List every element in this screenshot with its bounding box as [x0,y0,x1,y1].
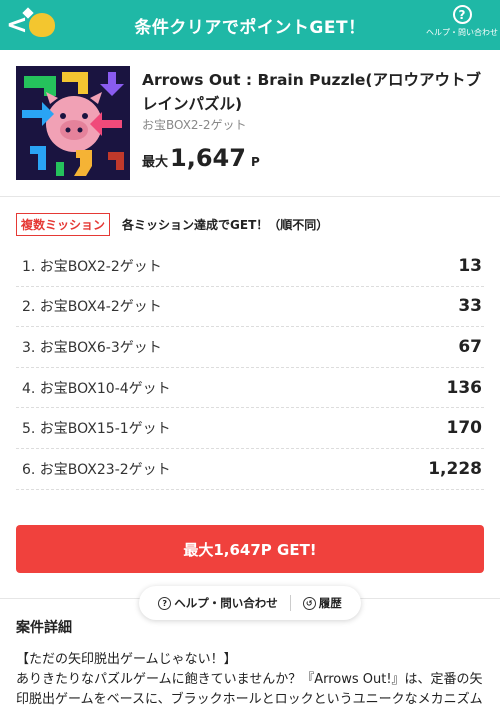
help-button[interactable]: ? ヘルプ・問い合わせ [426,5,498,38]
max-points: 最大 1,647 P [142,144,260,172]
floating-action-bar: ? ヘルプ・問い合わせ ↺ 履歴 [139,586,361,620]
product-title: Arrows Out : Brain Puzzle(アロウアウトブレインパズル) [142,71,481,113]
page-title: 条件クリアでポイントGET！ [134,17,366,38]
back-button[interactable]: < [6,8,56,42]
detail-line: ありきたりなパズルゲームに飽きていませんか？『Arrows Out!』は、定番の… [16,672,483,707]
mission-name: 6. お宝BOX23-2ゲット [22,461,171,478]
mission-header: 複数ミッション 各ミッション達成でGET！（順不同） [16,213,328,236]
mission-points: 67 [458,336,482,357]
mission-row: 2. お宝BOX4-2ゲット 33 [16,287,484,328]
history-icon: ↺ [302,596,316,610]
help-circle-icon: ? [158,596,172,610]
product-subtitle: お宝BOX2-2ゲット [142,118,247,132]
help-label: ヘルプ・問い合わせ [426,28,498,37]
detail-line: 【ただの矢印脱出ゲームじゃない！】 [16,652,237,667]
detail-body: 【ただの矢印脱出ゲームじゃない！】 ありきたりなパズルゲームに飽きていませんか？… [16,650,486,710]
mission-row: 4. お宝BOX10-4ゲット 136 [16,368,484,409]
mission-name: 4. お宝BOX10-4ゲット [22,380,171,397]
mission-points: 170 [446,418,483,439]
floating-help-label: ヘルプ・問い合わせ [174,596,278,610]
get-points-button[interactable]: 最大1,647P GET! [16,525,484,573]
mission-name: 3. お宝BOX6-3ゲット [22,339,162,356]
mission-name: 5. お宝BOX15-1ゲット [22,421,171,438]
history-button[interactable]: ↺ 履歴 [291,595,354,611]
floating-help-button[interactable]: ? ヘルプ・問い合わせ [146,595,290,611]
mission-points: 1,228 [428,458,482,479]
history-label: 履歴 [318,596,342,610]
points-unit: P [250,155,260,169]
help-icon: ? [452,5,472,24]
product-card: Arrows Out : Brain Puzzle(アロウアウトブレインパズル)… [0,50,500,197]
mission-name: 1. お宝BOX2-2ゲット [22,258,162,275]
max-points-value: 1,647 [170,144,246,172]
mission-list: 1. お宝BOX2-2ゲット 13 2. お宝BOX4-2ゲット 33 3. お… [16,246,484,490]
mission-row: 5. お宝BOX15-1ゲット 170 [16,408,484,449]
mission-note: 各ミッション達成でGET！（順不同） [122,218,329,232]
mission-points: 136 [446,377,483,398]
app-header: < 条件クリアでポイントGET！ ? ヘルプ・問い合わせ [0,0,500,50]
multi-mission-badge: 複数ミッション [16,213,111,236]
app-icon-image [16,66,130,180]
app-thumbnail [16,66,130,180]
max-label: 最大 [142,155,169,170]
mission-row: 6. お宝BOX23-2ゲット 1,228 [16,449,484,490]
detail-title: 案件詳細 [16,620,72,636]
mission-points: 13 [458,255,482,276]
mission-points: 33 [458,296,482,317]
mission-row: 3. お宝BOX6-3ゲット 67 [16,327,484,368]
mascot-icon [28,13,55,37]
mission-name: 2. お宝BOX4-2ゲット [22,299,162,316]
mission-row: 1. お宝BOX2-2ゲット 13 [16,246,484,287]
